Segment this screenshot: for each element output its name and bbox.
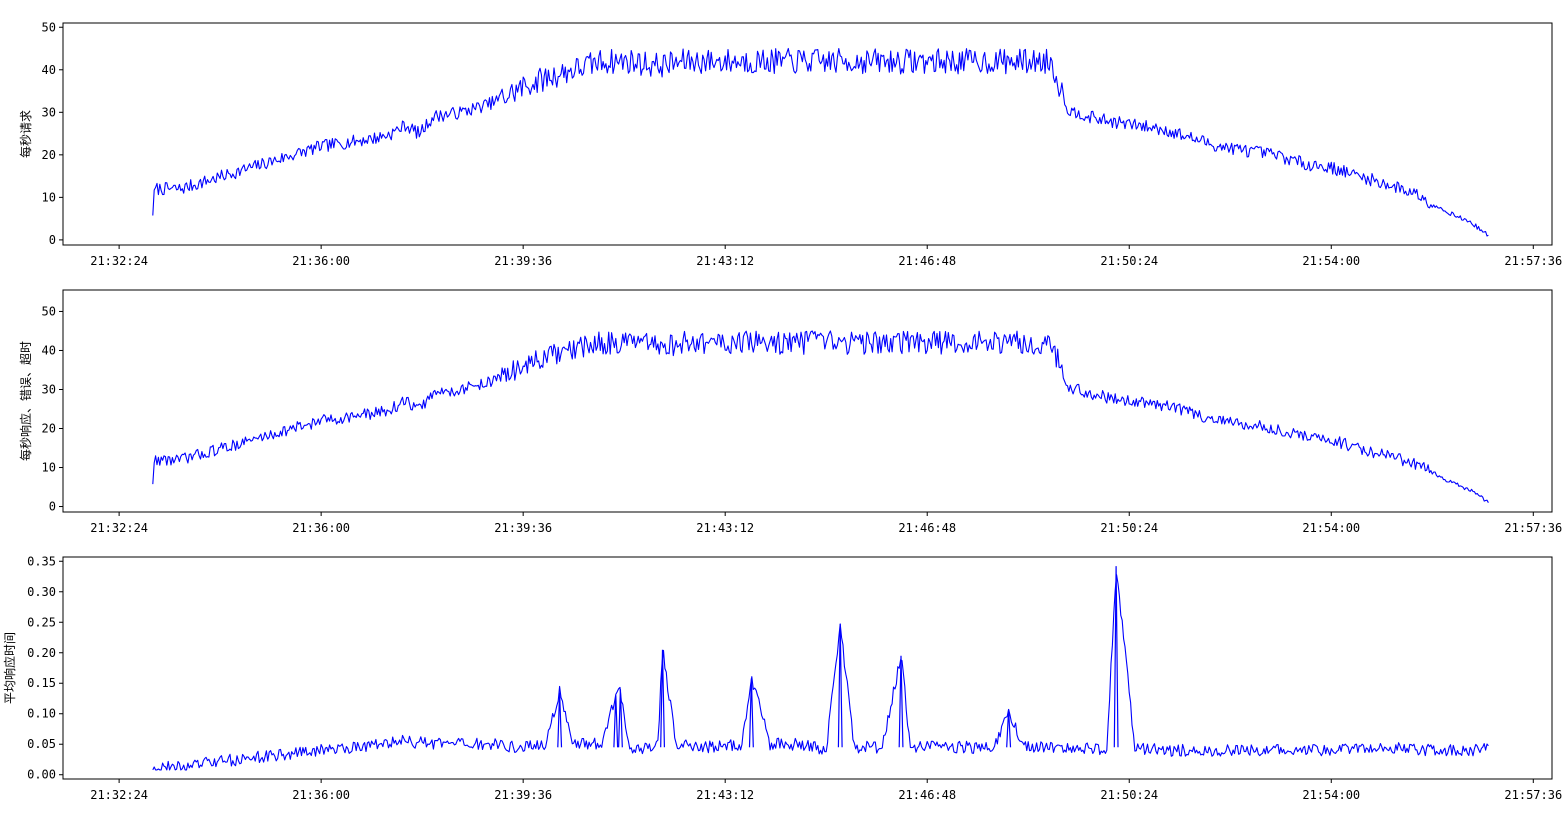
x-tick-label: 21:57:36 — [1504, 788, 1562, 802]
x-tick-label: 21:39:36 — [494, 521, 552, 535]
series-line — [152, 47, 1489, 237]
y-tick-label: 50 — [42, 20, 56, 34]
x-tick-label: 21:50:24 — [1100, 788, 1158, 802]
y-tick-label: 0.15 — [27, 676, 56, 690]
x-tick-label: 21:50:24 — [1100, 521, 1158, 535]
series-line-spike — [660, 649, 665, 748]
chart-panel-2: 21:32:24 21:36:00 21:39:36 21:43:12 21:46:48… — [18, 289, 1562, 535]
y-tick-label: 0 — [49, 500, 56, 514]
y-tick-label: 40 — [42, 63, 56, 77]
x-tick-label: 21:54:00 — [1302, 254, 1360, 268]
series-line-spike — [898, 655, 904, 748]
y-axis-label: 平均响应时间 — [2, 632, 17, 704]
y-tick-label: 0.00 — [27, 768, 56, 782]
x-tick-label: 21:39:36 — [494, 788, 552, 802]
y-tick-label: 10 — [42, 461, 56, 475]
y-tick-label: 0.10 — [27, 707, 56, 721]
x-tick-label: 21:54:00 — [1302, 788, 1360, 802]
x-tick-label: 21:46:48 — [898, 521, 956, 535]
series-line — [152, 574, 1489, 771]
x-tick-label: 21:36:00 — [292, 788, 350, 802]
y-tick-label: 30 — [42, 382, 56, 396]
y-tick-label: 20 — [42, 422, 56, 436]
y-tick-label: 30 — [42, 105, 56, 119]
y-tick-label: 0.05 — [27, 737, 56, 751]
x-tick-label: 21:43:12 — [696, 521, 754, 535]
x-tick-label: 21:36:00 — [292, 521, 350, 535]
x-tick-label: 21:46:48 — [898, 788, 956, 802]
y-tick-label: 0.35 — [27, 554, 56, 568]
y-tick-label: 0.20 — [27, 646, 56, 660]
series-line-spike — [618, 689, 623, 748]
series-line-spike — [837, 624, 843, 748]
x-tick-label: 21:50:24 — [1100, 254, 1158, 268]
x-tick-label: 21:32:24 — [90, 788, 148, 802]
axes-frame — [62, 22, 1553, 246]
y-tick-label: 50 — [42, 304, 56, 318]
x-tick-label: 21:39:36 — [494, 254, 552, 268]
chart-panel-3: 21:32:24 21:36:00 21:39:36 21:43:12 21:46:48… — [2, 554, 1562, 802]
x-tick-label: 21:32:24 — [90, 521, 148, 535]
y-axis-label: 每秒请求 — [18, 110, 33, 158]
y-tick-label: 0.25 — [27, 615, 56, 629]
x-tick-label: 21:57:36 — [1504, 521, 1562, 535]
chart-panel-1: 21:32:24 21:36:00 21:39:36 21:43:12 21:46:48… — [18, 20, 1562, 268]
y-axis-label: 每秒响应、错误、超时 — [18, 341, 33, 461]
y-tick-label: 40 — [42, 343, 56, 357]
x-tick-label: 21:32:24 — [90, 254, 148, 268]
x-tick-label: 21:57:36 — [1504, 254, 1562, 268]
y-tick-label: 10 — [42, 190, 56, 204]
figure: 21:32:24 21:36:00 21:39:36 21:43:12 21:46:48… — [2, 20, 1562, 802]
x-tick-label: 21:46:48 — [898, 254, 956, 268]
x-tick-label: 21:43:12 — [696, 788, 754, 802]
y-tick-label: 20 — [42, 148, 56, 162]
x-tick-label: 21:43:12 — [696, 254, 754, 268]
x-tick-label: 21:36:00 — [292, 254, 350, 268]
y-tick-label: 0 — [49, 233, 56, 247]
axes-frame — [62, 289, 1553, 513]
axes-frame — [62, 556, 1553, 780]
series-line — [152, 330, 1489, 503]
y-tick-label: 0.30 — [27, 585, 56, 599]
x-tick-label: 21:54:00 — [1302, 521, 1360, 535]
